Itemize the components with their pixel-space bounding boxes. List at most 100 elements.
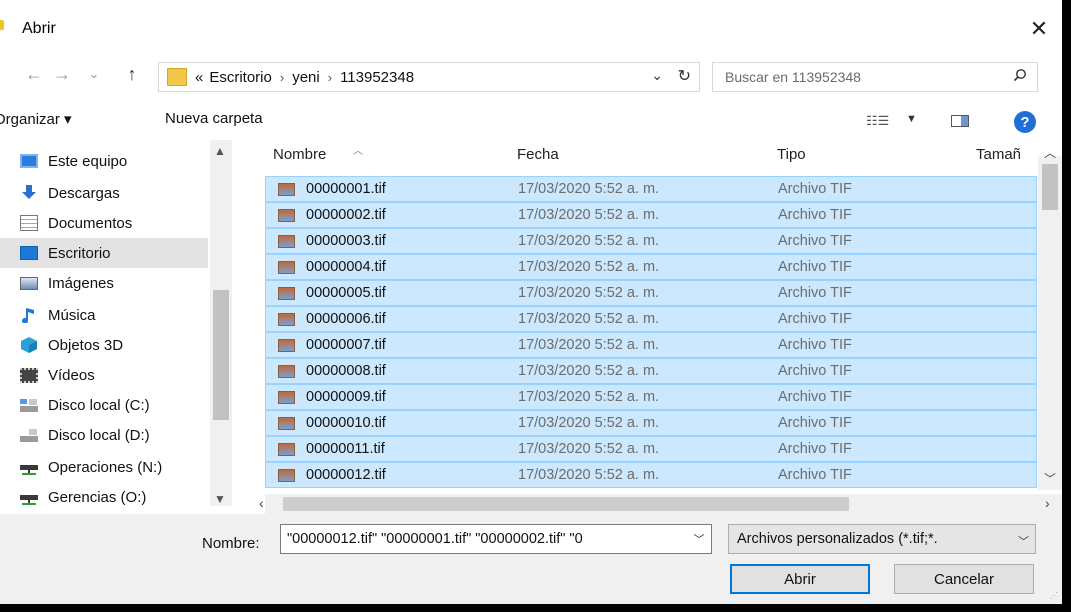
file-row[interactable]: 00000008.tif 17/03/2020 5:52 a. m. Archivo… bbox=[265, 358, 1037, 384]
resize-grip-icon[interactable]: ⋰ bbox=[1050, 591, 1058, 600]
nav-scrollbar-thumb[interactable] bbox=[213, 290, 229, 420]
column-header-name[interactable]: Nombre ︿ bbox=[273, 146, 363, 163]
nav-scrollbar[interactable]: ▲ ▼ bbox=[210, 140, 232, 506]
view-options-icon[interactable]: ☷☰ bbox=[866, 113, 889, 129]
file-row[interactable]: 00000010.tif 17/03/2020 5:52 a. m. Archivo… bbox=[265, 410, 1037, 436]
scroll-right-icon[interactable]: › bbox=[1045, 495, 1050, 511]
nav-item-videos[interactable]: Vídeos bbox=[0, 360, 208, 390]
nav-item-label: Disco local (C:) bbox=[48, 396, 150, 414]
chevron-down-icon[interactable]: ﹀ bbox=[687, 525, 711, 553]
nav-item-label: Descargas bbox=[48, 184, 120, 202]
breadcrumb-separator[interactable]: › bbox=[328, 70, 332, 85]
address-dropdown-icon[interactable]: ⌄ bbox=[651, 67, 663, 84]
tif-file-icon bbox=[278, 287, 295, 300]
file-row[interactable]: 00000012.tif 17/03/2020 5:52 a. m. Archivo… bbox=[265, 462, 1037, 488]
nav-item-disco-c[interactable]: Disco local (C:) bbox=[0, 390, 208, 420]
music-icon bbox=[20, 307, 38, 324]
file-row[interactable]: 00000007.tif 17/03/2020 5:52 a. m. Archivo… bbox=[265, 332, 1037, 358]
column-header-type[interactable]: Tipo bbox=[777, 146, 806, 163]
nav-item-este-equipo[interactable]: Este equipo bbox=[0, 146, 208, 176]
recent-locations-button[interactable]: ⌄ bbox=[82, 62, 106, 86]
file-row[interactable]: 00000011.tif 17/03/2020 5:52 a. m. Archivo… bbox=[265, 436, 1037, 462]
breadcrumb-escritorio[interactable]: Escritorio bbox=[209, 69, 272, 86]
nav-item-documentos[interactable]: Documentos bbox=[0, 208, 208, 238]
breadcrumb-separator[interactable]: › bbox=[280, 70, 284, 85]
close-button[interactable]: ✕ bbox=[1016, 12, 1062, 46]
horizontal-scrollbar-thumb[interactable] bbox=[283, 497, 849, 511]
download-icon bbox=[20, 185, 38, 201]
nav-item-operaciones[interactable]: Operaciones (N:) bbox=[0, 452, 208, 482]
help-icon[interactable]: ? bbox=[1014, 111, 1036, 133]
network-drive-icon bbox=[20, 459, 38, 475]
window-title: Abrir bbox=[22, 20, 56, 37]
file-row[interactable]: 00000002.tif 17/03/2020 5:52 a. m. Archivo… bbox=[265, 202, 1037, 228]
file-row[interactable]: 00000005.tif 17/03/2020 5:52 a. m. Archivo… bbox=[265, 280, 1037, 306]
file-row[interactable]: 00000004.tif 17/03/2020 5:52 a. m. Archivo… bbox=[265, 254, 1037, 280]
breadcrumb-current-folder[interactable]: 113952348 bbox=[340, 69, 414, 86]
file-list: Nombre ︿ Fecha Tipo Tamañ 00000001.tif 17… bbox=[259, 140, 1062, 514]
file-type: Archivo TIF bbox=[778, 363, 852, 379]
organize-menu-button[interactable]: Organizar ▾ bbox=[0, 110, 72, 128]
scroll-down-icon[interactable]: ▼ bbox=[214, 492, 226, 506]
scroll-up-icon[interactable]: ︿ bbox=[1044, 144, 1056, 161]
title-bar: Abrir ✕ bbox=[0, 0, 1062, 46]
file-name: 00000008.tif bbox=[306, 363, 386, 379]
tif-file-icon bbox=[278, 417, 295, 430]
nav-item-disco-d[interactable]: Disco local (D:) bbox=[0, 420, 208, 450]
file-name: 00000010.tif bbox=[306, 415, 386, 431]
close-icon: ✕ bbox=[1029, 16, 1049, 41]
up-button[interactable]: ↑ bbox=[120, 62, 144, 86]
refresh-icon[interactable]: ↻ bbox=[678, 66, 691, 86]
new-folder-button[interactable]: Nueva carpeta bbox=[165, 110, 263, 127]
file-name: 00000007.tif bbox=[306, 337, 386, 353]
file-type: Archivo TIF bbox=[778, 285, 852, 301]
file-list-horizontal-scrollbar[interactable]: ‹ › bbox=[259, 494, 1062, 514]
file-type: Archivo TIF bbox=[778, 259, 852, 275]
file-name: 00000003.tif bbox=[306, 233, 386, 249]
tif-file-icon bbox=[278, 339, 295, 352]
file-list-vertical-scrollbar[interactable]: ︿ ﹀ bbox=[1038, 146, 1062, 490]
breadcrumb-overflow[interactable]: « bbox=[195, 69, 203, 86]
file-row[interactable]: 00000001.tif 17/03/2020 5:52 a. m. Archivo… bbox=[265, 176, 1037, 202]
cancel-button[interactable]: Cancelar bbox=[894, 564, 1034, 594]
search-input[interactable]: Buscar en 113952348 bbox=[712, 62, 1038, 92]
nav-item-label: Disco local (D:) bbox=[48, 426, 150, 444]
file-row[interactable]: 00000003.tif 17/03/2020 5:52 a. m. Archivo… bbox=[265, 228, 1037, 254]
scroll-left-icon[interactable]: ‹ bbox=[259, 495, 264, 511]
column-header-date[interactable]: Fecha bbox=[517, 146, 559, 163]
view-dropdown-icon[interactable]: ▼ bbox=[906, 113, 917, 125]
filetype-select[interactable]: Archivos personalizados (*.tif;*. ﹀ bbox=[728, 524, 1036, 554]
search-icon[interactable] bbox=[1013, 68, 1027, 86]
back-button[interactable]: ← bbox=[22, 62, 46, 86]
nav-item-label: Escritorio bbox=[48, 244, 111, 262]
forward-button[interactable]: → bbox=[50, 62, 74, 86]
preview-pane-icon[interactable] bbox=[951, 115, 969, 127]
file-date: 17/03/2020 5:52 a. m. bbox=[518, 467, 660, 483]
nav-item-musica[interactable]: Música bbox=[0, 300, 208, 330]
vertical-scrollbar-thumb[interactable] bbox=[1042, 164, 1058, 210]
filename-input[interactable]: "00000012.tif" "00000001.tif" "00000002.… bbox=[280, 524, 712, 554]
nav-item-escritorio[interactable]: Escritorio bbox=[0, 238, 208, 268]
scroll-up-icon[interactable]: ▲ bbox=[214, 144, 226, 158]
column-header-size[interactable]: Tamañ bbox=[976, 146, 1021, 163]
tif-file-icon bbox=[278, 391, 295, 404]
open-button[interactable]: Abrir bbox=[730, 564, 870, 594]
breadcrumb-yeni[interactable]: yeni bbox=[292, 69, 320, 86]
nav-item-label: Música bbox=[48, 306, 96, 324]
nav-item-gerencias[interactable]: Gerencias (O:) bbox=[0, 482, 208, 512]
file-row[interactable]: 00000009.tif 17/03/2020 5:52 a. m. Archivo… bbox=[265, 384, 1037, 410]
file-row[interactable]: 00000006.tif 17/03/2020 5:52 a. m. Archivo… bbox=[265, 306, 1037, 332]
scroll-down-icon[interactable]: ﹀ bbox=[1044, 470, 1056, 487]
tif-file-icon bbox=[278, 365, 295, 378]
file-type: Archivo TIF bbox=[778, 441, 852, 457]
computer-icon bbox=[20, 154, 38, 168]
address-bar[interactable]: « Escritorio › yeni › 113952348 ⌄ ↻ bbox=[158, 62, 700, 92]
folder-icon bbox=[167, 68, 187, 86]
nav-item-imagenes[interactable]: Imágenes bbox=[0, 268, 208, 298]
file-date: 17/03/2020 5:52 a. m. bbox=[518, 337, 660, 353]
nav-item-descargas[interactable]: Descargas bbox=[0, 178, 208, 208]
file-type: Archivo TIF bbox=[778, 311, 852, 327]
nav-item-objetos-3d[interactable]: Objetos 3D bbox=[0, 330, 208, 360]
navigation-pane: Este equipo Descargas Documentos Escrito… bbox=[0, 140, 232, 506]
file-type: Archivo TIF bbox=[778, 207, 852, 223]
